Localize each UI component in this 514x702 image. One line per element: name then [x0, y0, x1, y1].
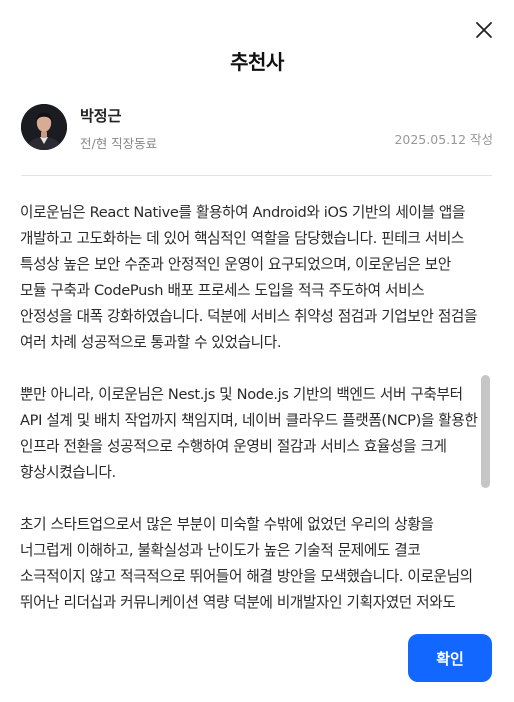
recommendation-body[interactable]: 이로운님은 React Native를 활용하여 Android와 iOS 기반… — [20, 200, 480, 610]
confirm-button[interactable]: 확인 — [408, 634, 492, 682]
close-icon[interactable] — [472, 18, 496, 42]
paragraph: 초기 스타트업으로서 많은 부분이 미숙할 수밖에 없었던 우리의 상황을 너그… — [20, 516, 473, 610]
avatar — [21, 104, 67, 150]
close-button[interactable] — [472, 18, 496, 42]
divider — [21, 175, 492, 176]
paragraph: 이로운님은 React Native를 활용하여 Android와 iOS 기반… — [20, 204, 478, 351]
written-date: 2025.05.12 작성 — [394, 132, 493, 147]
recommender-name: 박정근 — [80, 107, 122, 125]
recommendation-modal: 추천사 박정근 전/현 직장동료 2025.05.12 작성 이로운님은 Rea… — [0, 0, 514, 702]
paragraph: 뿐만 아니라, 이로운님은 Nest.js 및 Node.js 기반의 백엔드 … — [20, 386, 478, 481]
avatar-photo — [21, 104, 67, 150]
modal-title: 추천사 — [230, 50, 284, 74]
scrollbar-thumb[interactable] — [481, 375, 490, 488]
recommender-profile: 박정근 전/현 직장동료 2025.05.12 작성 — [21, 102, 493, 152]
recommender-relation: 전/현 직장동료 — [80, 136, 158, 151]
